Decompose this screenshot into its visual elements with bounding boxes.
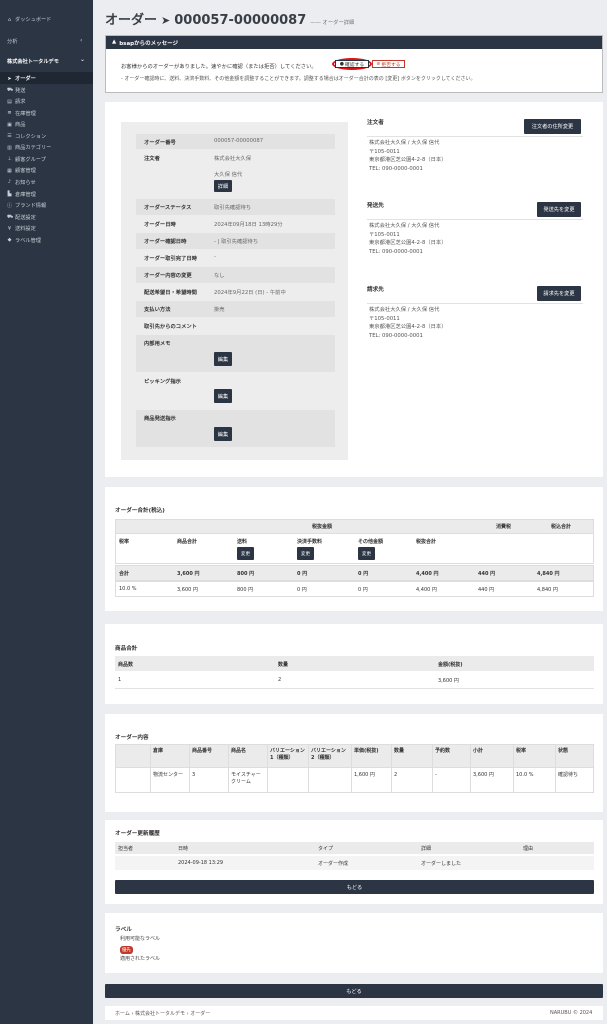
detail-row: ピッキング指示 編集 — [136, 373, 335, 409]
warning-icon: ▲ — [112, 39, 117, 45]
address-line: 〒105-0011 — [369, 315, 400, 322]
address-line: 株式会社大久保 / 大久保 信代 — [369, 307, 440, 313]
detail-row: 取引先からのコメント — [144, 324, 197, 330]
box-icon: ▣ — [7, 121, 12, 128]
address-line: TEL: 090-0000-0001 — [369, 165, 423, 172]
sidebar-item-10[interactable]: ▙ 倉庫管理 — [7, 191, 36, 198]
sidebar-item-4[interactable]: ▣ 商品 — [7, 121, 25, 129]
address-line: TEL: 090-0000-0001 — [369, 332, 423, 339]
truck-icon: ⛟ — [7, 86, 14, 93]
history-back-button[interactable]: もどる — [115, 880, 594, 894]
info-icon: ⓘ — [7, 203, 13, 210]
confirm-button[interactable]: ● 確認する — [335, 60, 369, 68]
address-line: 東京都港区芝公園4-2-8（日本） — [369, 157, 447, 163]
sidebar-item-1[interactable]: ⛟ 発送 — [7, 87, 25, 94]
detail-row: オーダー確認日時 - | 取引先確認待ち — [136, 233, 335, 249]
sidebar-item-dashboard[interactable]: ⌂ ダッシュボード — [7, 16, 51, 24]
file-icon: ▤ — [7, 98, 12, 105]
list-icon: ≣ — [7, 110, 12, 117]
history-title: オーダー更新履歴 — [115, 831, 160, 837]
address-title: 注文者 — [367, 120, 384, 126]
divider — [367, 219, 583, 220]
label-badge[interactable]: 優先 — [120, 946, 133, 954]
user-icon: ▦ — [7, 167, 12, 174]
detail-row: 配送希望日・希望時間 2024年9月22日 (日) - 午前中 — [144, 290, 286, 296]
divider — [367, 136, 583, 137]
reject-button[interactable]: ⊘ 拒否する — [372, 60, 405, 68]
folder-icon: ▥ — [7, 144, 12, 151]
address-line: 東京都港区芝公園4-2-8（日本） — [369, 240, 447, 246]
address-line: 株式会社大久保 / 大久保 信代 — [369, 223, 440, 229]
copyright: NARUBU © 2024 — [550, 1010, 593, 1016]
bars-icon: ☰ — [7, 133, 12, 140]
message-panel: ▲ bsapからのメッセージ お客様からのオーダーがありました。速やかに確認（また… — [105, 35, 603, 93]
home-icon: ⌂ — [7, 16, 12, 23]
eye-icon: ● — [339, 61, 344, 67]
sidebar-item-9[interactable]: ♪ お知らせ — [7, 179, 36, 186]
edit-button[interactable]: 編集 — [214, 352, 232, 366]
sidebar: ⌂ ダッシュボード 分析 ‹ 株式会社トータルデモ ⌄ ➤ オーダー ⛟ 発送 ▤ 請求 ≣ 在… — [0, 0, 93, 1024]
address-title: 発送先 — [367, 203, 384, 209]
address-change-button[interactable]: 請求先を変更 — [537, 286, 581, 301]
address-change-button[interactable]: 発送先を変更 — [537, 202, 581, 217]
address-line: TEL: 090-0000-0001 — [369, 248, 423, 255]
sidebar-item-8[interactable]: ▦ 顧客管理 — [7, 167, 36, 175]
sidebar-item-5[interactable]: ☰ コレクション — [7, 133, 46, 140]
detail-row: オーダー番号 000057-00000087 — [136, 134, 335, 149]
page-title: オーダー ➤ 000057-00000087 —— オーダー詳細 — [105, 13, 355, 28]
change-button[interactable]: 変更 — [297, 547, 314, 560]
products-total-title: 商品合計 — [115, 646, 138, 652]
warehouse-icon: ▙ — [7, 191, 12, 197]
detail-row: 支払い方法 掛売 — [136, 301, 335, 317]
sidebar-item-14[interactable]: ◆ ラベル管理 — [7, 237, 41, 244]
divider — [367, 303, 583, 304]
breadcrumb: ホーム › 株式会社トータルデモ › オーダー — [115, 1011, 211, 1017]
labels-title: ラベル — [115, 927, 132, 933]
truck-icon: ⛟ — [7, 213, 14, 220]
address-change-button[interactable]: 注文者の住所変更 — [524, 119, 581, 134]
sidebar-item-11[interactable]: ⓘ ブランド情報 — [7, 202, 46, 209]
sidebar-item-12[interactable]: ⛟ 配送設定 — [7, 214, 36, 221]
detail-row: 商品発送指示 編集 — [136, 410, 335, 447]
bell-icon: ♪ — [7, 179, 12, 186]
address-line: 〒105-0011 — [369, 231, 400, 238]
chevron-left-icon: ‹ — [80, 37, 83, 44]
sidebar-company[interactable]: 株式会社トータルデモ — [7, 58, 59, 65]
yen-icon: ¥ — [7, 225, 12, 232]
customer-detail-button[interactable]: 詳細 — [214, 180, 232, 192]
change-button[interactable]: 変更 — [358, 547, 375, 560]
address-title: 請求先 — [367, 287, 384, 293]
change-button[interactable]: 変更 — [237, 547, 254, 560]
chevron-down-icon: ⌄ — [80, 56, 86, 63]
sidebar-item-7[interactable]: ⊥ 顧客グループ — [7, 156, 46, 163]
address-line: 株式会社大久保 / 大久保 信代 — [369, 140, 440, 146]
address-line: 〒105-0011 — [369, 148, 400, 155]
ban-icon: ⊘ — [376, 61, 381, 67]
sidebar-item-analytics[interactable]: 分析 — [7, 38, 17, 45]
detail-row: オーダー日時 2024年09月18日 13時29分 — [144, 222, 283, 228]
back-button[interactable]: もどる — [105, 984, 603, 998]
labels-panel — [105, 913, 603, 973]
detail-row: 内部用メモ 編集 — [136, 335, 335, 372]
sidebar-item-6[interactable]: ▥ 商品カテゴリー — [7, 144, 51, 152]
sitemap-icon: ⊥ — [7, 156, 12, 163]
sidebar-item-3[interactable]: ≣ 在庫管理 — [7, 110, 35, 117]
detail-row: オーダー内容の変更 なし — [136, 267, 335, 283]
totals-header — [115, 519, 594, 534]
sidebar-item-0[interactable]: ➤ オーダー — [7, 75, 35, 83]
detail-row: オーダーステータス 取引先確認待ち — [136, 199, 335, 215]
paper-plane-icon: ➤ — [161, 14, 171, 27]
address-line: 東京都港区芝公園4-2-8（日本） — [369, 324, 447, 330]
edit-button[interactable]: 編集 — [214, 389, 232, 403]
products-total-header — [115, 656, 594, 671]
sidebar-item-2[interactable]: ▤ 請求 — [7, 98, 25, 106]
tag-icon: ◆ — [7, 237, 12, 244]
paper-plane-icon: ➤ — [7, 75, 12, 82]
edit-button[interactable]: 編集 — [214, 427, 232, 441]
sidebar-item-13[interactable]: ¥ 送料設定 — [7, 225, 36, 233]
detail-row: 注文者 株式会社大久保 大久保 信代 詳細 — [136, 150, 335, 198]
contents-title: オーダー内容 — [115, 735, 149, 741]
totals-title: オーダー合計(税込) — [115, 508, 165, 514]
detail-row: オーダー取引完了日時 - — [144, 254, 216, 262]
